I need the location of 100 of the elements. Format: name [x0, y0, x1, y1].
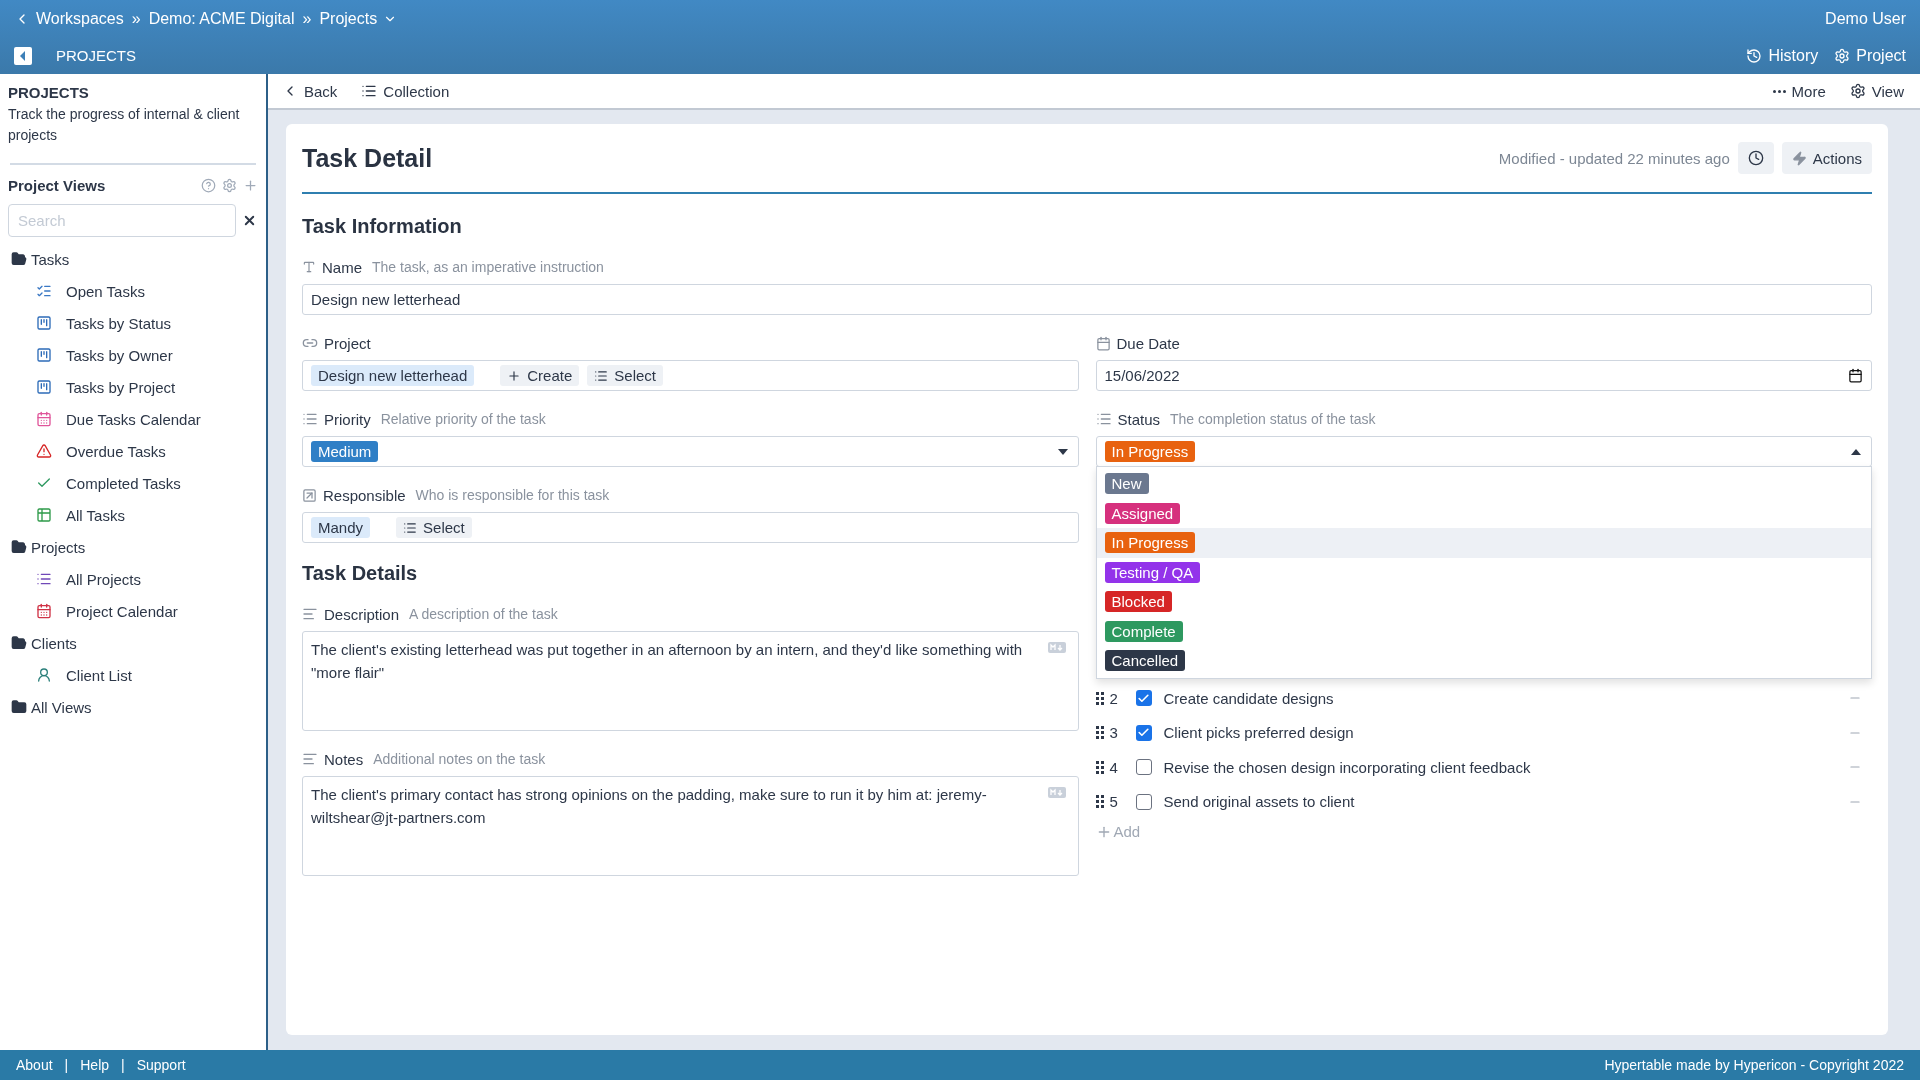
- close-icon[interactable]: [242, 213, 257, 228]
- view-item[interactable]: Tasks by Status: [8, 307, 258, 339]
- row-number: 2: [1109, 689, 1119, 707]
- breadcrumb-link[interactable]: Projects: [319, 9, 398, 28]
- search-field[interactable]: Search: [8, 204, 236, 237]
- top-bar-button[interactable]: History: [1746, 46, 1819, 65]
- subtask-text[interactable]: Client picks preferred design: [1163, 724, 1842, 742]
- person-chip[interactable]: Mandy: [311, 517, 371, 538]
- calendar-icon: [36, 411, 52, 427]
- field-label: Responsible: [323, 486, 406, 504]
- toolbar-button[interactable]: Collection: [361, 82, 450, 100]
- date-field[interactable]: 15/06/2022: [1095, 360, 1872, 391]
- status-option[interactable]: Complete: [1096, 616, 1871, 646]
- footer-link[interactable]: Support: [136, 1057, 186, 1073]
- toolbar-button[interactable]: More: [1772, 82, 1826, 100]
- field-hint: Relative priority of the task: [380, 411, 546, 427]
- sidebar-heading: PROJECTS: [8, 84, 90, 101]
- row-number: 3: [1109, 724, 1119, 742]
- view-item[interactable]: Due Tasks Calendar: [8, 403, 258, 435]
- drag-handle-icon[interactable]: [1095, 795, 1104, 809]
- check-icon: [1137, 691, 1150, 705]
- app-title: PROJECTS: [56, 47, 136, 64]
- settings-icon[interactable]: [222, 178, 237, 193]
- status-option[interactable]: Cancelled: [1096, 646, 1871, 676]
- checkbox[interactable]: [1135, 793, 1152, 810]
- breadcrumb-separator: »: [131, 9, 141, 28]
- toolbar-button[interactable]: Back: [282, 82, 338, 100]
- view-item[interactable]: Open Tasks: [8, 275, 258, 307]
- subtask-text[interactable]: Create candidate designs: [1163, 689, 1842, 707]
- project-chip[interactable]: Design new letterhead: [311, 365, 475, 386]
- drag-handle-icon[interactable]: [1095, 691, 1104, 705]
- breadcrumb-link[interactable]: Workspaces: [14, 9, 124, 28]
- collapse-sidebar-icon[interactable]: [14, 46, 32, 65]
- subtask-text[interactable]: Revise the chosen design incorporating client feedback: [1163, 758, 1842, 776]
- folder-item[interactable]: Tasks: [8, 243, 258, 275]
- caret-icon: [1057, 448, 1068, 455]
- section-title: Task Details: [302, 561, 419, 585]
- list-icon: [1095, 411, 1112, 427]
- calendar-icon[interactable]: [1848, 368, 1863, 383]
- subtask-text[interactable]: Send original assets to client: [1163, 793, 1842, 811]
- text-lines-icon: [302, 606, 318, 622]
- name-field[interactable]: Design new letterhead: [302, 284, 1872, 315]
- add-icon[interactable]: [243, 178, 258, 193]
- footer-link[interactable]: Help: [80, 1057, 110, 1073]
- gear-icon: [1834, 47, 1851, 64]
- status-option[interactable]: Testing / QA: [1096, 557, 1871, 587]
- status-tag: New: [1104, 473, 1149, 495]
- folder-item[interactable]: Projects: [8, 531, 258, 563]
- view-item[interactable]: Completed Tasks: [8, 467, 258, 499]
- folder-item[interactable]: All Views: [8, 691, 258, 723]
- priority-select[interactable]: Medium: [302, 436, 1079, 467]
- calendar-icon: [1095, 335, 1111, 351]
- view-item[interactable]: All Projects: [8, 563, 258, 595]
- view-item[interactable]: Client List: [8, 659, 258, 691]
- checkbox[interactable]: [1135, 690, 1152, 707]
- responsible-field[interactable]: Mandy Select: [302, 512, 1079, 543]
- top-bar-button[interactable]: Project: [1834, 46, 1906, 65]
- board-icon: [36, 379, 52, 395]
- sidebar-description: Track the progress of internal & client projects: [8, 105, 241, 145]
- copyright-text: Hypertable made by Hypericon - Copyright 2022: [1604, 1057, 1904, 1073]
- view-item[interactable]: Project Calendar: [8, 595, 258, 627]
- notes-field[interactable]: The client's primary contact has strong opinions on the padding, make sure to run it by him at: jeremy-wiltshear@jt-partners.com: [302, 776, 1079, 876]
- folder-icon: [11, 699, 27, 715]
- status-option[interactable]: New: [1096, 469, 1871, 499]
- history-button[interactable]: [1737, 142, 1774, 174]
- user-name[interactable]: Demo User: [1825, 9, 1906, 28]
- field-button[interactable]: Select: [396, 517, 472, 538]
- text-icon: [302, 260, 316, 274]
- view-item[interactable]: All Tasks: [8, 499, 258, 531]
- project-field[interactable]: Design new letterhead Create Select: [302, 360, 1079, 391]
- footer-link[interactable]: About: [16, 1057, 53, 1073]
- status-tag: Complete: [1104, 620, 1183, 642]
- table-icon: [36, 507, 52, 523]
- view-item[interactable]: Overdue Tasks: [8, 435, 258, 467]
- plus-icon: [507, 368, 522, 383]
- actions-button[interactable]: Actions: [1781, 142, 1872, 174]
- status-tag: Cancelled: [1104, 650, 1186, 672]
- ellipsis-icon: [1772, 89, 1786, 93]
- field-button[interactable]: Select: [587, 365, 663, 386]
- field-button[interactable]: Create: [500, 365, 580, 386]
- breadcrumb-link[interactable]: Demo: ACME Digital: [148, 9, 295, 28]
- text-lines-icon: [302, 751, 318, 767]
- view-item[interactable]: Tasks by Project: [8, 371, 258, 403]
- drag-handle-icon[interactable]: [1095, 760, 1104, 774]
- folder-item[interactable]: Clients: [8, 627, 258, 659]
- status-option[interactable]: Assigned: [1096, 498, 1871, 528]
- open-folder-icon: [11, 539, 27, 555]
- toolbar-button[interactable]: View: [1849, 82, 1904, 100]
- status-option[interactable]: Blocked: [1096, 587, 1871, 617]
- calendar-icon: [36, 603, 52, 619]
- warning-icon: [36, 443, 52, 459]
- help-icon[interactable]: [201, 178, 216, 193]
- breadcrumb-separator: »: [302, 9, 312, 28]
- drag-handle-icon[interactable]: [1095, 726, 1104, 740]
- checkbox[interactable]: [1135, 759, 1152, 776]
- field-label: Status: [1117, 410, 1161, 428]
- view-item[interactable]: Tasks by Owner: [8, 339, 258, 371]
- views-title: Project Views: [8, 177, 106, 194]
- description-field[interactable]: The client's existing letterhead was put together in an afternoon by an intern, and they'd like something with "more flair": [302, 631, 1079, 731]
- checkbox[interactable]: [1135, 724, 1152, 741]
